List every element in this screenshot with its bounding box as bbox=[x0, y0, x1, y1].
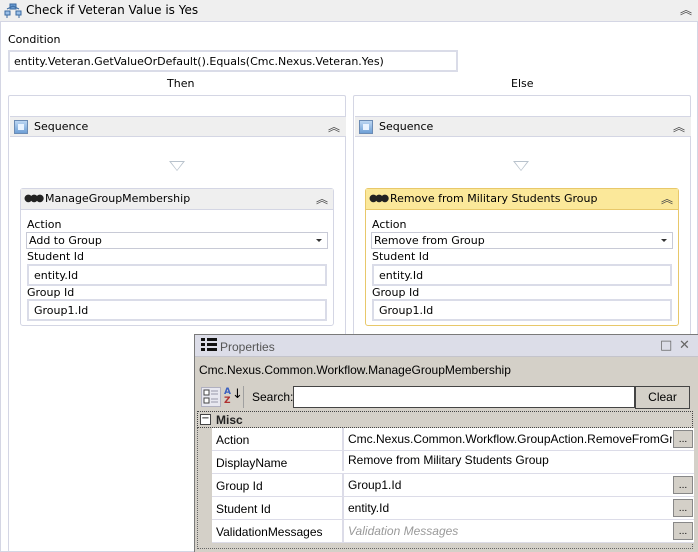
action-value: Remove from Group bbox=[374, 234, 485, 247]
property-row-action[interactable]: Action Cmc.Nexus.Common.Workflow.GroupAc… bbox=[212, 428, 694, 451]
activity-title: Remove from Military Students Group bbox=[390, 192, 598, 205]
properties-titlebar[interactable]: Properties □ ✕ bbox=[195, 335, 698, 357]
property-value[interactable]: Group1.Id bbox=[342, 474, 672, 496]
clear-button[interactable]: Clear bbox=[635, 386, 690, 409]
activity-header-selected[interactable]: ●●● Remove from Military Students Group … bbox=[366, 189, 678, 210]
action-dropdown[interactable]: Add to Group bbox=[26, 232, 328, 249]
group-id-label: Group Id bbox=[372, 286, 420, 299]
ellipsis-button[interactable]: ... bbox=[673, 430, 693, 448]
categorized-icon bbox=[203, 389, 218, 404]
search-input[interactable] bbox=[293, 386, 635, 408]
drop-target-arrow-icon[interactable] bbox=[169, 161, 185, 171]
maximize-icon[interactable]: □ bbox=[660, 338, 672, 353]
condition-label: Condition bbox=[8, 33, 61, 46]
collapse-icon[interactable]: ︽ bbox=[673, 121, 685, 133]
condition-input[interactable]: entity.Veteran.GetValueOrDefault().Equal… bbox=[8, 50, 458, 72]
properties-title: Properties bbox=[220, 340, 275, 354]
down-arrow-icon: ↓ bbox=[232, 387, 243, 402]
ellipsis-button[interactable]: ... bbox=[673, 499, 693, 517]
then-sequence-header[interactable]: Sequence ︽ bbox=[10, 116, 346, 137]
remove-from-group-activity[interactable]: ●●● Remove from Military Students Group … bbox=[365, 188, 679, 326]
toolbar-separator bbox=[243, 386, 244, 408]
sequence-title: Sequence bbox=[379, 120, 434, 133]
student-id-input[interactable]: entity.Id bbox=[27, 264, 327, 286]
student-id-label: Student Id bbox=[372, 250, 430, 263]
sequence-title: Sequence bbox=[34, 120, 89, 133]
category-title: Misc bbox=[216, 413, 243, 427]
property-value[interactable]: entity.Id bbox=[342, 497, 672, 519]
property-row-validation-messages[interactable]: ValidationMessages Validation Messages .… bbox=[212, 520, 694, 543]
activity-header[interactable]: ●●● ManageGroupMembership ︽ bbox=[21, 189, 333, 210]
chevron-down-icon bbox=[316, 239, 322, 242]
property-name: Group Id bbox=[216, 479, 263, 493]
property-value-placeholder[interactable]: Validation Messages bbox=[342, 520, 672, 542]
ellipsis-button[interactable]: ... bbox=[673, 522, 693, 540]
action-dropdown[interactable]: Remove from Group bbox=[371, 232, 673, 249]
selected-type-name: Cmc.Nexus.Common.Workflow.ManageGroupMem… bbox=[199, 363, 511, 377]
group-id-input[interactable]: Group1.Id bbox=[27, 299, 327, 321]
collapse-category-icon[interactable]: − bbox=[200, 414, 211, 425]
action-label: Action bbox=[27, 218, 62, 231]
group-id-label: Group Id bbox=[27, 286, 75, 299]
property-name: Student Id bbox=[216, 502, 271, 516]
group-id-input[interactable]: Group1.Id bbox=[372, 299, 672, 321]
property-grid: Action Cmc.Nexus.Common.Workflow.GroupAc… bbox=[197, 428, 694, 549]
if-activity-title: Check if Veteran Value is Yes bbox=[26, 3, 199, 17]
collapse-icon[interactable]: ︽ bbox=[661, 193, 673, 205]
property-name: DisplayName bbox=[216, 456, 288, 470]
sort-z-glyph: Z bbox=[224, 396, 231, 406]
if-flowchart-icon bbox=[4, 3, 22, 18]
search-label: Search: bbox=[252, 390, 294, 404]
student-id-label: Student Id bbox=[27, 250, 85, 263]
else-label: Else bbox=[511, 77, 534, 90]
manage-group-membership-activity[interactable]: ●●● ManageGroupMembership ︽ Action Add t… bbox=[20, 188, 334, 326]
sequence-icon bbox=[14, 120, 28, 134]
close-icon[interactable]: ✕ bbox=[679, 338, 690, 353]
drop-target-arrow-icon[interactable] bbox=[513, 161, 529, 171]
properties-window: Properties □ ✕ Cmc.Nexus.Common.Workflow… bbox=[194, 334, 698, 552]
properties-icon bbox=[201, 338, 217, 352]
alphabetical-sort-button[interactable]: A Z ↓ bbox=[223, 387, 243, 407]
category-misc[interactable]: − Misc bbox=[197, 411, 693, 428]
if-activity-header[interactable]: Check if Veteran Value is Yes ︽ bbox=[0, 0, 698, 22]
group-people-icon: ●●● bbox=[24, 193, 44, 204]
ellipsis-button[interactable]: ... bbox=[673, 476, 693, 494]
group-people-icon: ●●● bbox=[369, 193, 389, 204]
collapse-icon[interactable]: ︽ bbox=[328, 121, 340, 133]
student-id-input[interactable]: entity.Id bbox=[372, 264, 672, 286]
property-row-student-id[interactable]: Student Id entity.Id ... bbox=[212, 497, 694, 520]
property-row-group-id[interactable]: Group Id Group1.Id ... bbox=[212, 474, 694, 497]
activity-title: ManageGroupMembership bbox=[45, 192, 191, 205]
chevron-down-icon bbox=[661, 239, 667, 242]
property-row-displayname[interactable]: DisplayName Remove from Military Student… bbox=[212, 449, 694, 474]
property-value[interactable]: Remove from Military Students Group bbox=[342, 449, 694, 471]
else-sequence-header[interactable]: Sequence ︽ bbox=[355, 116, 691, 137]
property-value[interactable]: Cmc.Nexus.Common.Workflow.GroupAction.Re… bbox=[342, 428, 672, 450]
categorized-view-button[interactable] bbox=[201, 387, 221, 407]
action-label: Action bbox=[372, 218, 407, 231]
sequence-icon bbox=[359, 120, 373, 134]
then-label: Then bbox=[167, 77, 195, 90]
property-name: Action bbox=[216, 433, 250, 447]
collapse-icon[interactable]: ︽ bbox=[316, 193, 328, 205]
collapse-icon[interactable]: ︽ bbox=[680, 4, 692, 16]
action-value: Add to Group bbox=[29, 234, 102, 247]
property-name: ValidationMessages bbox=[216, 525, 323, 539]
